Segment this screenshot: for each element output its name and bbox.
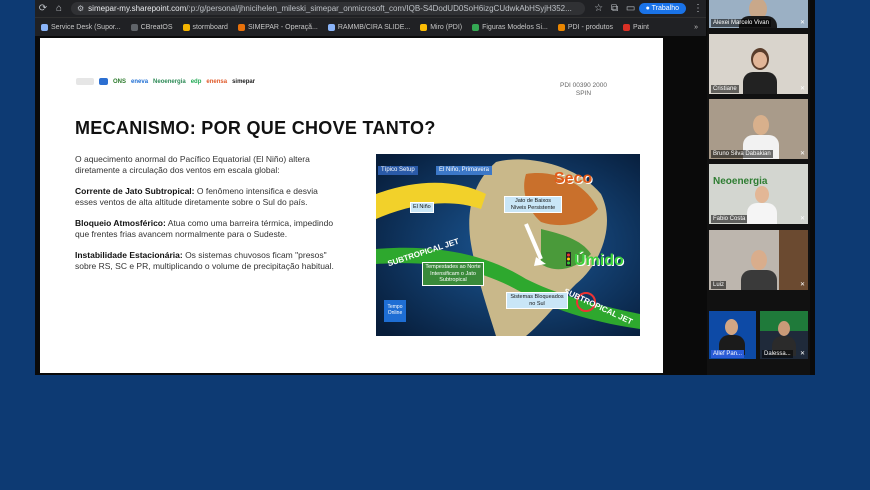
logo-eneva: eneva — [131, 78, 149, 85]
point-block: Bloqueio Atmosférico: Atua como uma barr… — [75, 218, 334, 239]
logo-edp: edp — [190, 78, 202, 85]
url-path: /:p:/g/personal/jhnicihelen_mileski_sime… — [186, 4, 572, 13]
el-nino-map: Típico Setup El Niño, Primavera Seco El … — [376, 154, 640, 336]
logo-icon — [99, 78, 108, 85]
label-jato-baixos: Jato de Baixos Níveis Persistente — [504, 196, 562, 213]
profile-label: Trabalho — [651, 5, 679, 12]
avatar — [725, 319, 738, 335]
pdi-code: PDI 00390 2000 SPIN — [560, 82, 607, 97]
intro-text: O aquecimento anormal do Pacífico Equato… — [75, 154, 310, 175]
bookmark-item[interactable]: PDI - produtos — [557, 23, 613, 31]
participant-name: Bruno Silva Dabakian — [711, 150, 773, 158]
label-seco: Seco — [554, 170, 593, 187]
mic-muted-icon: ✕ — [799, 151, 805, 157]
more-bookmarks-icon[interactable]: » — [694, 24, 698, 31]
participant-name: Cristiane — [711, 85, 739, 93]
bookmark-item[interactable]: CBreatOS — [130, 23, 173, 31]
avatar — [778, 321, 790, 336]
reload-icon[interactable]: ⟳ — [35, 3, 51, 14]
sidepanel-icon[interactable]: ▭ — [623, 3, 639, 14]
point-instability: Instabilidade Estacionária: Os sistemas … — [75, 250, 334, 271]
mic-muted-icon: ✕ — [799, 216, 805, 222]
profile-button[interactable]: ● Trabalho — [638, 3, 686, 14]
mic-muted-icon: ✕ — [799, 20, 805, 26]
bookmark-icon — [472, 23, 480, 31]
tempo-online-logo: Tempo Online — [384, 300, 406, 322]
bookmark-icon — [420, 23, 428, 31]
label-el-nino: El Niño — [410, 202, 434, 213]
point-jet: Corrente de Jato Subtropical: O fenômeno… — [75, 186, 318, 207]
bookmark-icon — [130, 23, 138, 31]
mic-muted-icon: ✕ — [799, 282, 805, 288]
slide-title: MECANISMO: POR QUE CHOVE TANTO? — [75, 118, 436, 138]
participant-tile[interactable]: Alexei Marcelo Vivan ✕ — [709, 0, 808, 28]
home-icon[interactable]: ⌂ — [51, 3, 67, 14]
browser-toolbar: ⟳ ⌂ ⚙ simepar-my.sharepoint.com /:p:/g/p… — [35, 0, 706, 17]
star-icon[interactable]: ☆ — [591, 3, 607, 14]
avatar — [755, 186, 769, 203]
participant-name: Allef Pan... — [711, 350, 745, 358]
menu-icon[interactable]: ⋮ — [690, 3, 706, 14]
bookmark-icon — [327, 23, 335, 31]
bookmark-item[interactable]: Service Desk (Supor... — [41, 23, 121, 31]
avatar — [751, 250, 767, 270]
bookmark-icon — [557, 23, 565, 31]
url-host: simepar-my.sharepoint.com — [88, 4, 187, 13]
slide-body: O aquecimento anormal do Pacífico Equato… — [75, 154, 340, 282]
bookmark-icon — [182, 23, 190, 31]
extensions-icon[interactable]: ⧉ — [607, 3, 623, 14]
mic-muted-icon: ✕ — [799, 351, 805, 357]
participant-name: Dalessa... — [762, 350, 793, 358]
map-tab-elnino: El Niño, Primavera — [436, 166, 493, 175]
logo-enensa: enensa — [206, 78, 228, 85]
participant-name: Fabio Costa — [711, 215, 748, 223]
bookmark-icon — [622, 23, 630, 31]
logo-ons: ONS — [113, 78, 127, 85]
profile-avatar-icon: ● — [645, 5, 650, 12]
site-info-icon[interactable]: ⚙ — [77, 4, 84, 13]
bookmark-item[interactable]: Paint — [622, 23, 649, 31]
logo-neoenergia: Neoenergia — [153, 78, 186, 85]
logo-simepar: simepar — [232, 78, 256, 85]
partner-logos: ONS eneva Neoenergia edp enensa simepar — [76, 78, 255, 85]
address-bar[interactable]: ⚙ simepar-my.sharepoint.com /:p:/g/perso… — [71, 2, 585, 15]
bookmark-item[interactable]: stormboard — [182, 23, 228, 31]
bookmark-icon — [237, 23, 245, 31]
participant-tile[interactable]: Neoenergia Fabio Costa ✕ — [709, 164, 808, 224]
presentation-slide: ONS eneva Neoenergia edp enensa simepar … — [40, 38, 663, 373]
label-sistemas: Sistemas Bloqueados no Sul — [506, 292, 568, 309]
participant-tile[interactable]: Luiz ✕ — [709, 230, 808, 290]
bookmarks-bar: Service Desk (Supor... CBreatOS stormboa… — [35, 17, 706, 36]
participant-tile[interactable]: Bruno Silva Dabakian ✕ — [709, 99, 808, 159]
map-tab-typical: Típico Setup — [378, 166, 418, 175]
participant-tile[interactable]: Allef Pan... — [709, 311, 756, 359]
bookmark-item[interactable]: RAMMB/CIRA SLIDE... — [327, 23, 410, 31]
logo-icon — [76, 78, 94, 85]
participant-tile[interactable]: Dalessa... ✕ — [760, 311, 808, 359]
bookmark-icon — [41, 23, 48, 31]
participant-name: Alexei Marcelo Vivan — [711, 19, 771, 27]
mic-muted-icon: ✕ — [799, 86, 805, 92]
label-tempestades: Tempestades ao Norte Intensificam o Jato… — [422, 262, 484, 286]
bookmark-item[interactable]: SIMEPAR - Operaçã... — [237, 23, 318, 31]
bookmark-item[interactable]: Figuras Modelos Si... — [472, 23, 548, 31]
label-umido: Úmido — [574, 252, 624, 269]
participant-name: Luiz — [711, 281, 727, 289]
participant-tile[interactable]: Cristiane ✕ — [709, 34, 808, 94]
bookmark-item[interactable]: Miro (PDI) — [420, 23, 462, 31]
avatar — [753, 115, 769, 135]
